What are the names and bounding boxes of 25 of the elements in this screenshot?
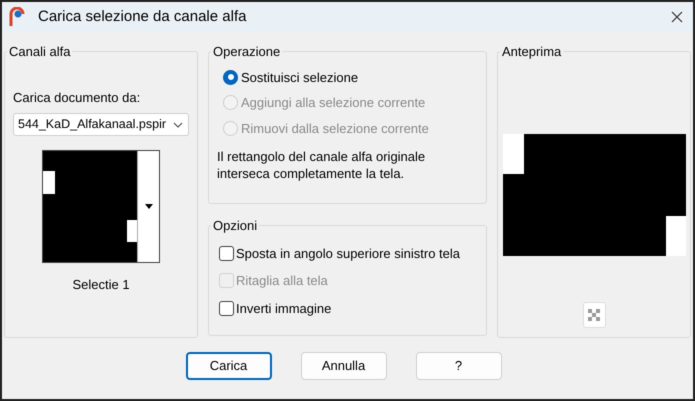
caret-down-icon bbox=[144, 204, 152, 209]
chevron-down-icon bbox=[173, 122, 183, 128]
app-logo-icon bbox=[8, 7, 26, 27]
group-title: Operazione bbox=[212, 43, 282, 61]
dialog-button[interactable]: Annulla bbox=[300, 352, 386, 380]
intersection-note: Il rettangolo del canale alfa originale interseca completamente la tela. bbox=[217, 148, 426, 182]
document-dropdown[interactable]: 544_KaD_Alfakanaal.pspir bbox=[13, 113, 189, 136]
dialog-button[interactable]: Carica bbox=[186, 352, 272, 380]
radio-option[interactable]: Sostituisci selezione bbox=[223, 68, 478, 87]
dialog-button[interactable]: ? bbox=[416, 352, 502, 380]
selection-name: Selectie 1 bbox=[72, 276, 130, 294]
group-title: Opzioni bbox=[212, 217, 258, 235]
selection-picker-button[interactable] bbox=[137, 151, 159, 262]
window-title: Carica selezione da canale alfa bbox=[38, 6, 246, 27]
checkbox[interactable] bbox=[219, 246, 234, 261]
group-title: Anteprima bbox=[501, 43, 562, 61]
transparency-button[interactable] bbox=[582, 302, 606, 328]
close-icon[interactable] bbox=[671, 11, 683, 23]
checkbox-option[interactable]: Inverti immagine bbox=[219, 298, 478, 318]
checkbox[interactable] bbox=[219, 300, 234, 316]
radio-button[interactable] bbox=[223, 70, 238, 85]
checkerboard-icon bbox=[588, 308, 600, 320]
checkbox-option[interactable]: Sposta in angolo superiore sinistro tela bbox=[219, 244, 478, 263]
group-title: Canali alfa bbox=[8, 43, 72, 61]
load-label: Carica documento da: bbox=[13, 88, 142, 106]
